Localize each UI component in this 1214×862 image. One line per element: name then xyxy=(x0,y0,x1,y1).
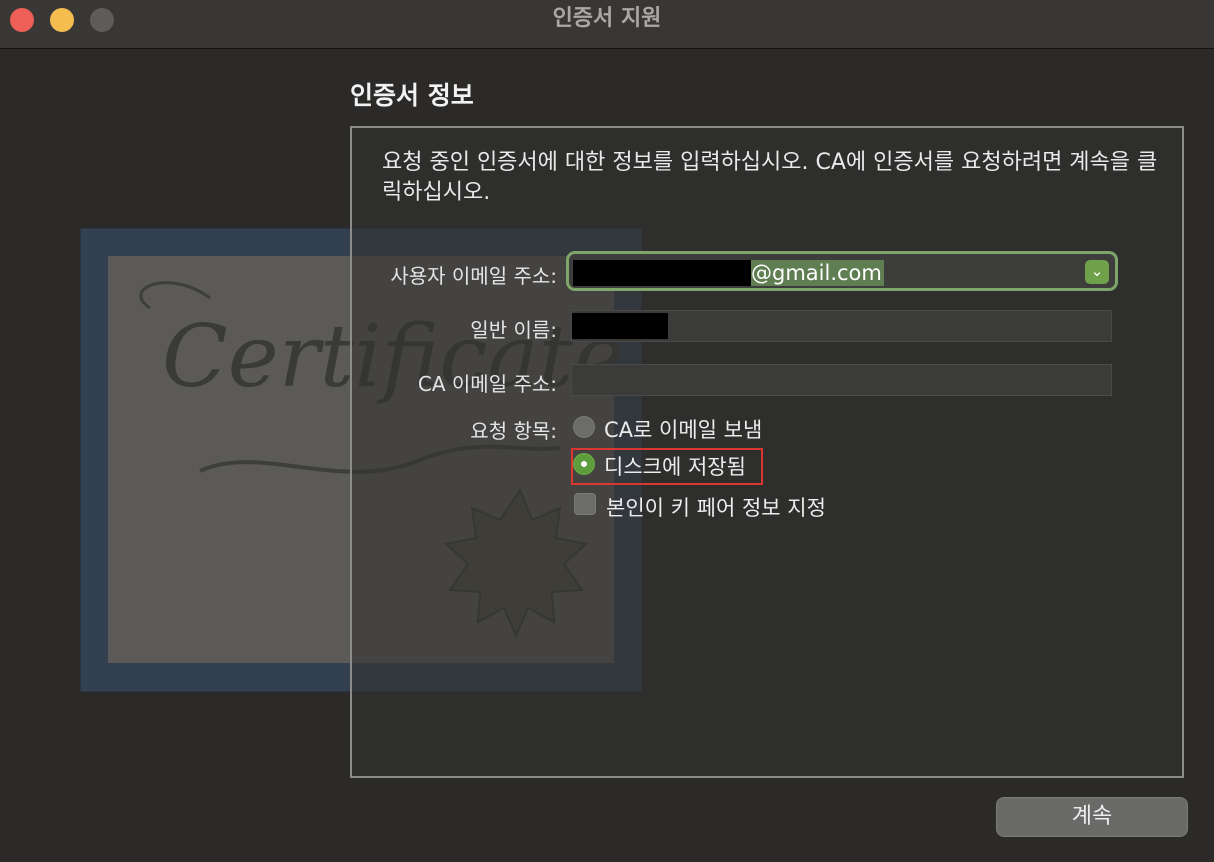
selection-highlight xyxy=(571,448,763,485)
request-label: 요청 항목: xyxy=(470,419,557,443)
radio-email-ca[interactable] xyxy=(573,416,595,438)
ca-email-label: CA 이메일 주소: xyxy=(417,372,557,396)
common-name-field[interactable] xyxy=(571,310,1112,342)
email-combobox[interactable]: @gmail.com ⌄ xyxy=(566,251,1118,291)
ca-email-field[interactable] xyxy=(571,364,1112,396)
email-label: 사용자 이메일 주소: xyxy=(390,264,557,288)
continue-button[interactable]: 계속 xyxy=(996,797,1188,837)
chevron-down-icon[interactable]: ⌄ xyxy=(1085,260,1109,284)
info-panel xyxy=(350,126,1184,778)
window-title: 인증서 지원 xyxy=(552,6,662,31)
redacted-block xyxy=(572,313,668,339)
title-bar: 인증서 지원 xyxy=(0,0,1214,49)
checkbox-specify-key[interactable] xyxy=(574,493,596,515)
option-specify-key-label[interactable]: 본인이 키 페어 정보 지정 xyxy=(606,492,826,522)
instructions-text: 요청 중인 인증서에 대한 정보를 입력하십시오. CA에 인증서를 요청하려면… xyxy=(382,150,1158,205)
email-value: @gmail.com xyxy=(751,260,884,286)
section-title: 인증서 정보 xyxy=(350,81,474,110)
option-email-ca-label[interactable]: CA로 이메일 보냄 xyxy=(604,414,762,444)
common-name-label: 일반 이름: xyxy=(470,318,557,342)
redacted-block xyxy=(573,260,751,286)
